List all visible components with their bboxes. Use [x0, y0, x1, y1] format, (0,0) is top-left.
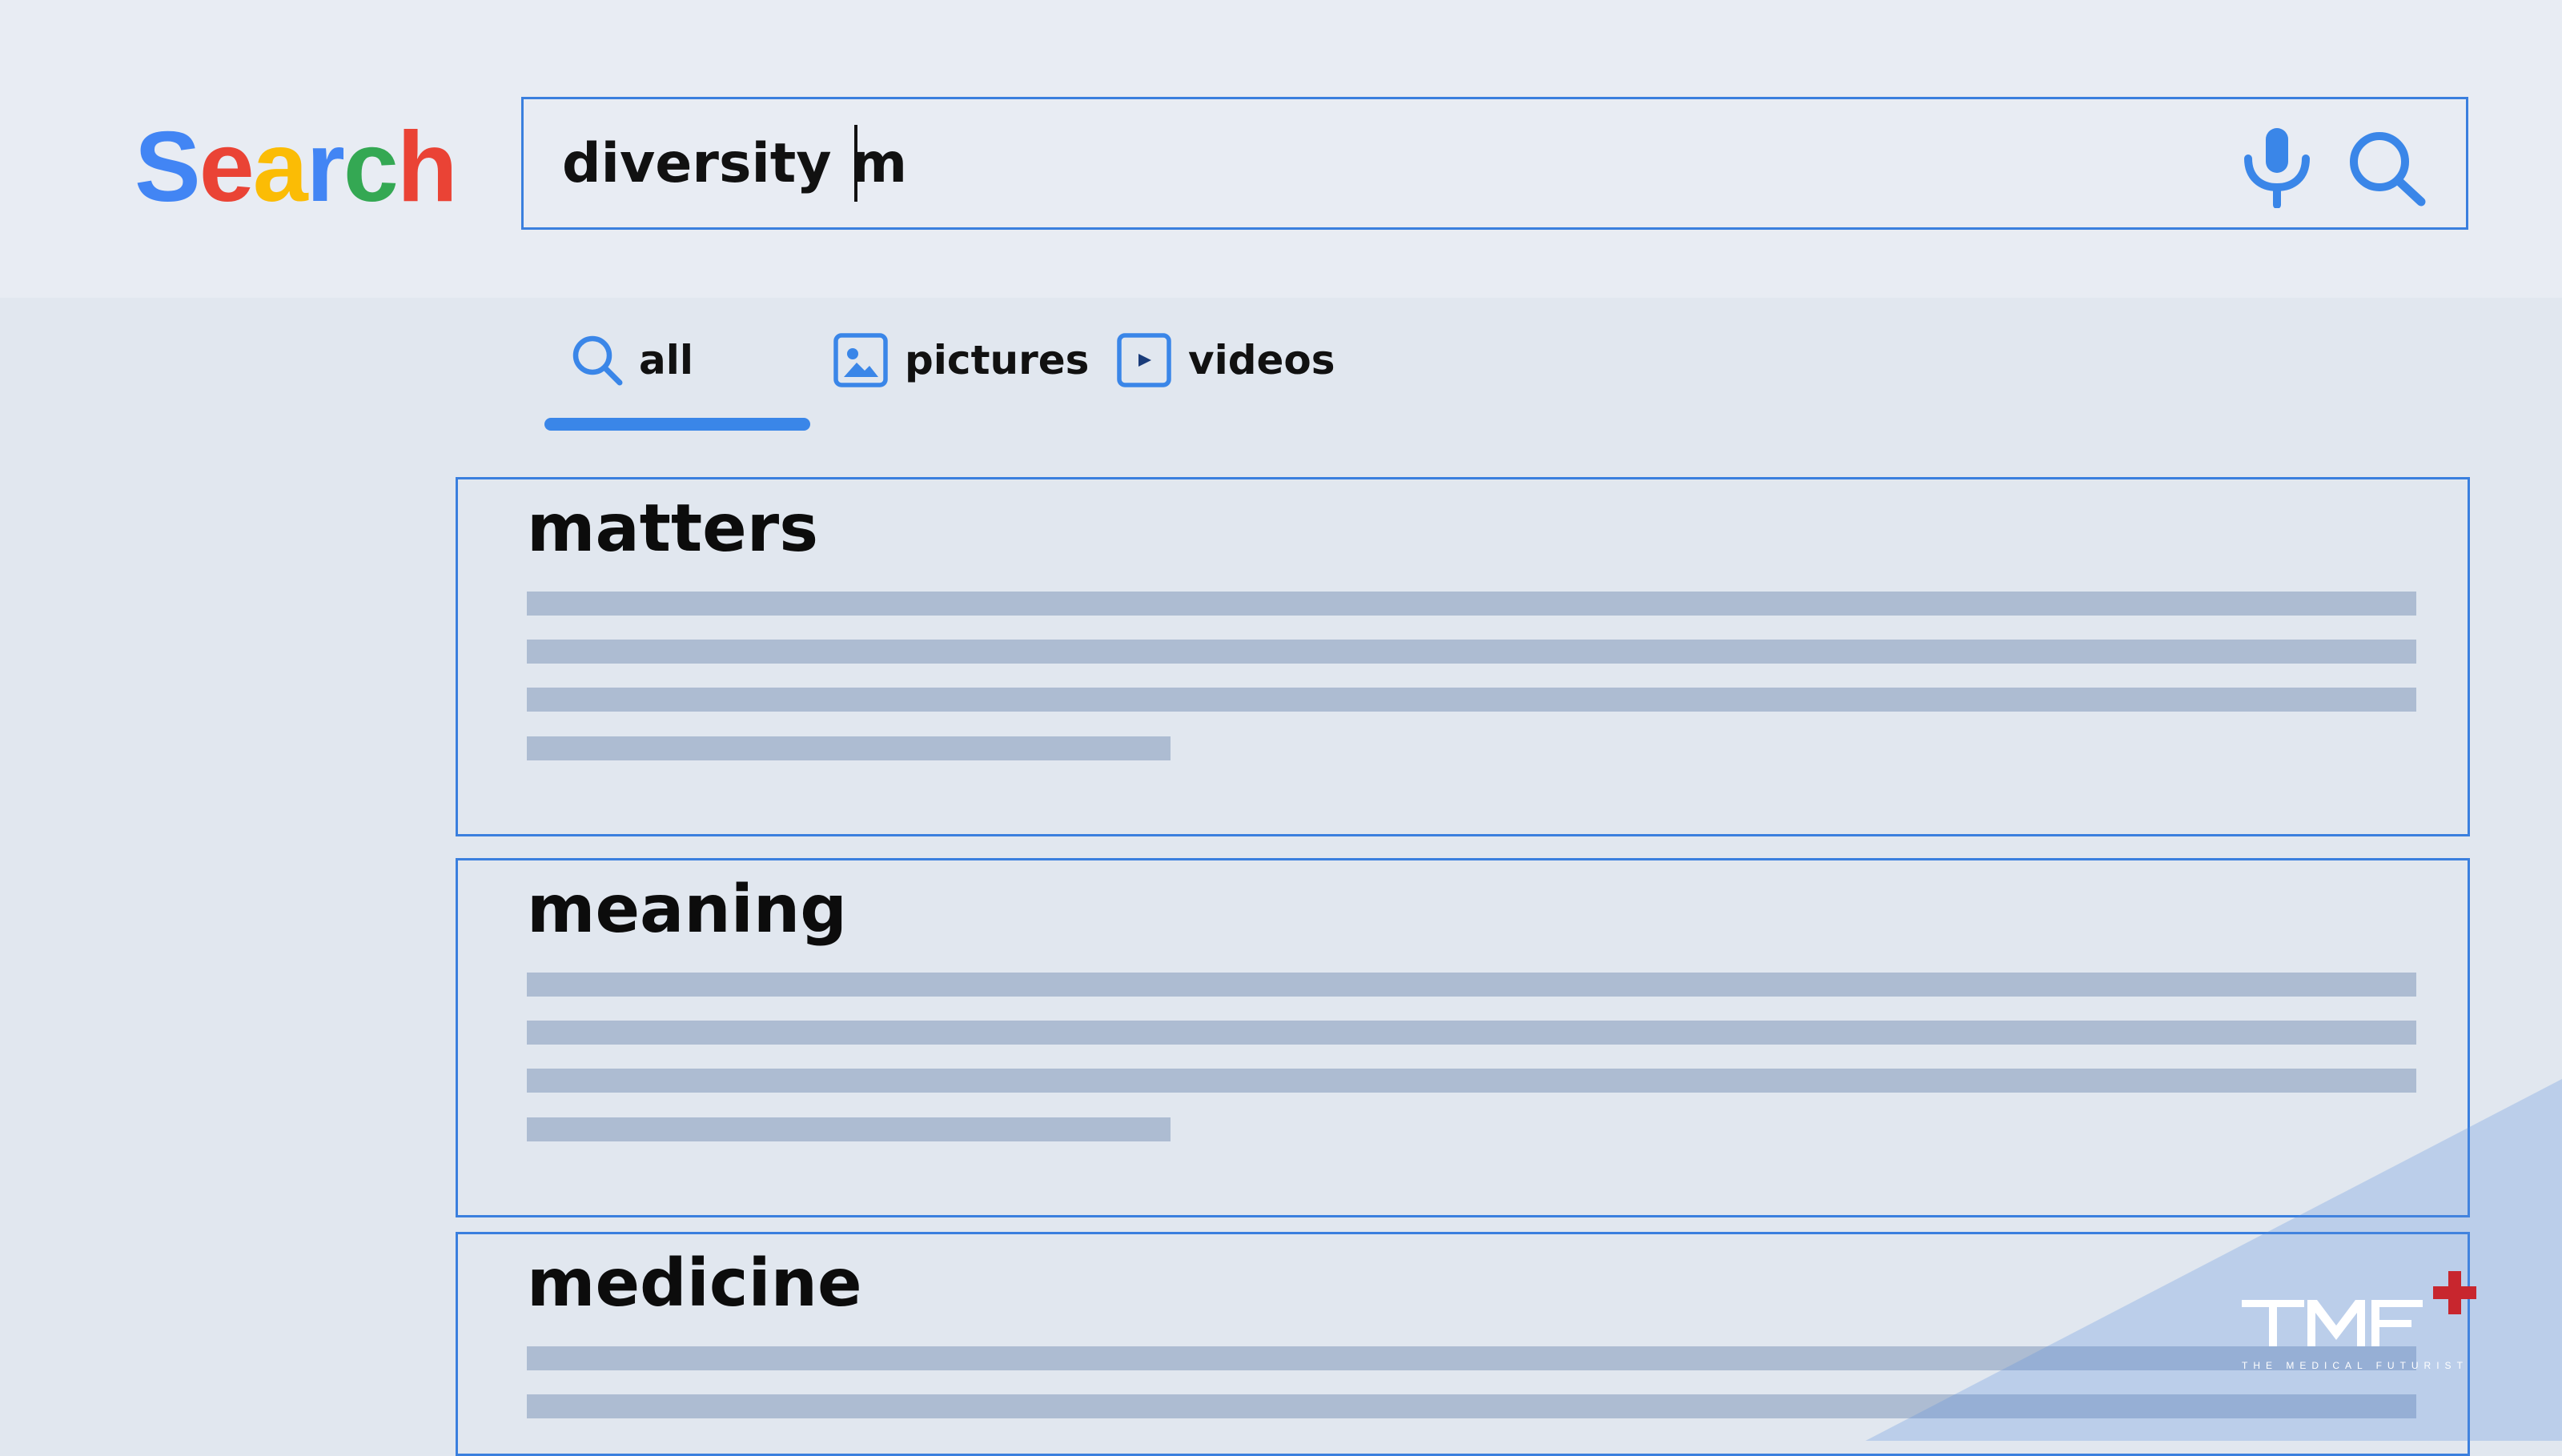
play-icon [1117, 333, 1171, 387]
header-bar: Search [0, 0, 2562, 298]
tab-label: pictures [905, 337, 1090, 383]
text-caret [854, 125, 857, 202]
result-snippet-line [527, 1394, 2416, 1418]
magnifier-icon [572, 335, 623, 386]
image-icon [833, 333, 888, 387]
result-card[interactable]: medicine [456, 1232, 2470, 1456]
result-snippet-line [527, 1346, 2416, 1370]
tab-videos[interactable]: videos [1116, 320, 1335, 400]
logo-letter: S [135, 112, 201, 223]
tmf-watermark: THE MEDICAL FUTURIST [2239, 1261, 2487, 1382]
result-title[interactable]: meaning [527, 870, 847, 950]
result-snippet-line [527, 736, 1171, 760]
logo-letter: c [343, 112, 399, 223]
result-title[interactable]: matters [527, 489, 818, 569]
tab-pictures[interactable]: pictures [833, 320, 1089, 400]
magnifier-icon [2350, 132, 2426, 207]
result-snippet-line [527, 592, 2416, 616]
search-input[interactable] [562, 128, 2083, 200]
logo-letter: a [252, 112, 308, 223]
result-card[interactable]: meaning [456, 858, 2470, 1217]
voice-search-button[interactable] [2237, 123, 2317, 209]
result-snippet-line [527, 640, 2416, 664]
tmf-logo-icon: THE MEDICAL FUTURIST [2242, 1271, 2476, 1371]
search-submit-button[interactable] [2346, 128, 2429, 208]
search-tabs: all pictures videos [544, 320, 1425, 432]
result-snippet-line [527, 688, 2416, 712]
active-tab-indicator [544, 418, 810, 431]
result-card[interactable]: matters [456, 477, 2470, 836]
logo-letter: h [396, 112, 458, 223]
result-snippet-line [527, 1021, 2416, 1045]
result-snippet-line [527, 1117, 1171, 1141]
result-snippet-line [527, 1069, 2416, 1093]
result-snippet-line [527, 973, 2416, 997]
logo-letter: e [199, 112, 255, 223]
search-box [521, 97, 2468, 230]
tab-label: videos [1188, 337, 1335, 383]
result-title[interactable]: medicine [527, 1244, 862, 1324]
microphone-icon [2244, 128, 2310, 209]
logo-letter: r [306, 112, 345, 223]
tab-all[interactable]: all [570, 320, 693, 400]
watermark-tagline: THE MEDICAL FUTURIST [2242, 1360, 2468, 1371]
tab-label: all [639, 337, 694, 383]
search-logo[interactable]: Search [135, 107, 458, 227]
